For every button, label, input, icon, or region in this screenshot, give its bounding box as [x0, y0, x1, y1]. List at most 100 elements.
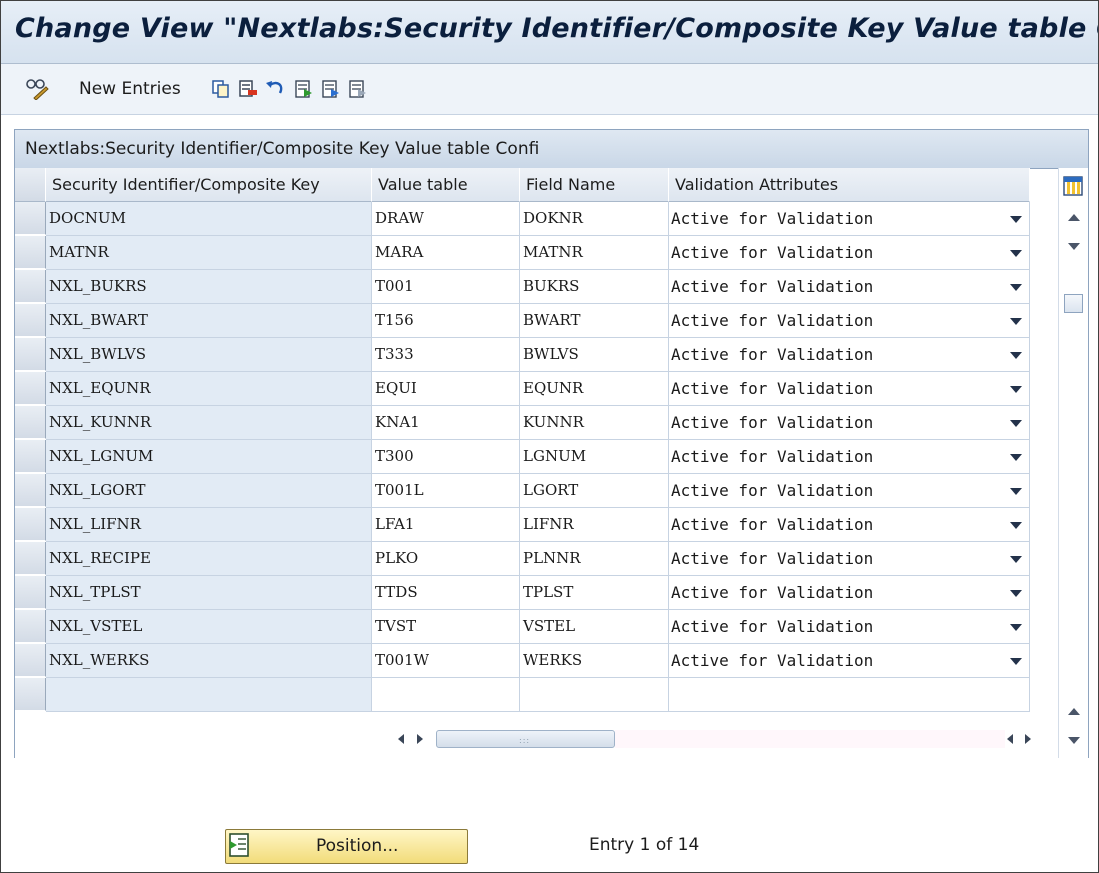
row-selector[interactable] [15, 202, 46, 235]
cell-value-table[interactable]: T001L [372, 474, 520, 508]
cell-field-name[interactable]: LGNUM [520, 440, 669, 474]
scroll-left-icon[interactable] [398, 734, 404, 744]
cell-value-table[interactable]: TVST [372, 610, 520, 644]
dropdown-arrow-icon[interactable] [1010, 216, 1022, 223]
cell-validation-attributes[interactable]: Active for Validation [669, 508, 1030, 542]
column-header-value-table[interactable]: Value table [372, 168, 520, 202]
cell-validation-attributes[interactable]: Active for Validation [669, 372, 1030, 406]
cell-value-table[interactable]: T001W [372, 644, 520, 678]
cell-security-identifier[interactable]: NXL_LGNUM [46, 440, 372, 474]
new-entries-button[interactable]: New Entries [79, 77, 181, 101]
row-selector[interactable] [15, 270, 46, 303]
row-selector[interactable] [15, 440, 46, 473]
cell-value-table[interactable]: PLKO [372, 542, 520, 576]
dropdown-arrow-icon[interactable] [1010, 454, 1022, 461]
scroll-left-end-icon[interactable] [1007, 734, 1013, 744]
cell-validation-attributes[interactable]: Active for Validation [669, 236, 1030, 270]
delete-icon[interactable] [237, 77, 259, 101]
column-header-validation-attributes[interactable]: Validation Attributes [669, 168, 1030, 202]
cell-field-name[interactable]: EQUNR [520, 372, 669, 406]
dropdown-arrow-icon[interactable] [1010, 522, 1022, 529]
cell-value-table[interactable]: MARA [372, 236, 520, 270]
dropdown-arrow-icon[interactable] [1010, 386, 1022, 393]
cell-value-table[interactable]: T300 [372, 440, 520, 474]
cell-value-table[interactable]: DRAW [372, 202, 520, 236]
deselect-all-icon[interactable] [347, 77, 369, 101]
cell-value-table[interactable] [372, 678, 520, 712]
cell-field-name[interactable]: WERKS [520, 644, 669, 678]
cell-security-identifier[interactable]: NXL_KUNNR [46, 406, 372, 440]
dropdown-arrow-icon[interactable] [1010, 556, 1022, 563]
row-selector[interactable] [15, 644, 46, 677]
cell-value-table[interactable]: KNA1 [372, 406, 520, 440]
cell-validation-attributes[interactable]: Active for Validation [669, 202, 1030, 236]
position-button[interactable]: Position... [225, 829, 468, 864]
dropdown-arrow-icon[interactable] [1010, 250, 1022, 257]
row-selector[interactable] [15, 236, 46, 269]
vertical-scrollbar[interactable] [1058, 168, 1088, 758]
cell-security-identifier[interactable]: NXL_EQUNR [46, 372, 372, 406]
cell-value-table[interactable]: LFA1 [372, 508, 520, 542]
cell-value-table[interactable]: T001 [372, 270, 520, 304]
cell-security-identifier[interactable]: NXL_BWLVS [46, 338, 372, 372]
scroll-right-end-icon[interactable] [1025, 734, 1031, 744]
row-selector[interactable] [15, 304, 46, 337]
cell-security-identifier[interactable]: NXL_RECIPE [46, 542, 372, 576]
display-change-icon[interactable] [23, 77, 51, 101]
row-selector[interactable] [15, 508, 46, 541]
undo-change-icon[interactable] [264, 77, 286, 101]
cell-validation-attributes[interactable]: Active for Validation [669, 644, 1030, 678]
cell-field-name[interactable]: MATNR [520, 236, 669, 270]
cell-security-identifier[interactable]: NXL_VSTEL [46, 610, 372, 644]
cell-validation-attributes[interactable] [669, 678, 1030, 712]
dropdown-arrow-icon[interactable] [1010, 590, 1022, 597]
cell-field-name[interactable] [520, 678, 669, 712]
cell-security-identifier[interactable]: NXL_BWART [46, 304, 372, 338]
select-all-corner[interactable] [15, 168, 46, 202]
row-selector[interactable] [15, 338, 46, 371]
cell-validation-attributes[interactable]: Active for Validation [669, 406, 1030, 440]
cell-validation-attributes[interactable]: Active for Validation [669, 304, 1030, 338]
cell-validation-attributes[interactable]: Active for Validation [669, 610, 1030, 644]
cell-security-identifier[interactable]: NXL_WERKS [46, 644, 372, 678]
horizontal-scrollbar[interactable]: ::: [15, 722, 1058, 754]
dropdown-arrow-icon[interactable] [1010, 318, 1022, 325]
cell-validation-attributes[interactable]: Active for Validation [669, 542, 1030, 576]
cell-validation-attributes[interactable]: Active for Validation [669, 270, 1030, 304]
horizontal-scroll-track[interactable] [615, 730, 1005, 748]
row-selector[interactable] [15, 610, 46, 643]
cell-field-name[interactable]: BWLVS [520, 338, 669, 372]
scroll-up-bottom-icon[interactable] [1068, 708, 1080, 715]
cell-validation-attributes[interactable]: Active for Validation [669, 338, 1030, 372]
cell-field-name[interactable]: BUKRS [520, 270, 669, 304]
cell-security-identifier[interactable]: NXL_TPLST [46, 576, 372, 610]
cell-field-name[interactable]: VSTEL [520, 610, 669, 644]
horizontal-scroll-thumb[interactable]: ::: [436, 730, 615, 748]
cell-value-table[interactable]: T156 [372, 304, 520, 338]
scroll-thumb[interactable] [1064, 294, 1083, 313]
column-header-field-name[interactable]: Field Name [520, 168, 669, 202]
scroll-right-icon[interactable] [417, 734, 423, 744]
cell-field-name[interactable]: TPLST [520, 576, 669, 610]
scroll-up-icon[interactable] [1068, 214, 1080, 221]
copy-as-icon[interactable] [210, 77, 232, 101]
cell-security-identifier[interactable] [46, 678, 372, 712]
cell-security-identifier[interactable]: NXL_LGORT [46, 474, 372, 508]
scroll-down-bottom-icon[interactable] [1068, 737, 1080, 744]
cell-field-name[interactable]: BWART [520, 304, 669, 338]
dropdown-arrow-icon[interactable] [1010, 488, 1022, 495]
row-selector[interactable] [15, 678, 46, 711]
dropdown-arrow-icon[interactable] [1010, 284, 1022, 291]
cell-value-table[interactable]: TTDS [372, 576, 520, 610]
dropdown-arrow-icon[interactable] [1010, 352, 1022, 359]
cell-security-identifier[interactable]: DOCNUM [46, 202, 372, 236]
row-selector[interactable] [15, 542, 46, 575]
scroll-down-icon[interactable] [1068, 243, 1080, 250]
row-selector[interactable] [15, 576, 46, 609]
row-selector[interactable] [15, 474, 46, 507]
column-header-security-identifier[interactable]: Security Identifier/Composite Key [46, 168, 372, 202]
cell-field-name[interactable]: LGORT [520, 474, 669, 508]
cell-security-identifier[interactable]: MATNR [46, 236, 372, 270]
cell-validation-attributes[interactable]: Active for Validation [669, 576, 1030, 610]
cell-field-name[interactable]: LIFNR [520, 508, 669, 542]
